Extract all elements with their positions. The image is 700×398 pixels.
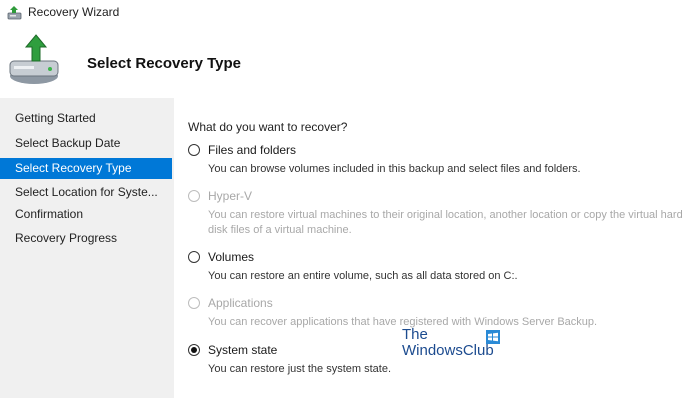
- option-label: Volumes: [208, 250, 255, 264]
- option-description: You can restore virtual machines to thei…: [208, 209, 683, 236]
- page-title: Select Recovery Type: [87, 55, 241, 72]
- step-select-recovery-type[interactable]: Select Recovery Type: [0, 158, 172, 179]
- option-label: Hyper-V: [208, 189, 253, 203]
- option-label: Files and folders: [208, 143, 297, 157]
- wizard-steps-sidebar: Getting Started Select Backup Date Selec…: [0, 98, 174, 398]
- title-bar: Recovery Wizard: [0, 0, 700, 26]
- windows-logo-icon: [486, 330, 500, 344]
- radio-hyper-v: [188, 190, 200, 202]
- radio-applications: [188, 297, 200, 309]
- recovery-wizard-icon: [7, 6, 22, 20]
- watermark-line2: WindowsClub: [402, 342, 494, 359]
- option-label: System state: [208, 343, 278, 357]
- backup-drive-icon: [9, 34, 59, 84]
- step-recovery-progress[interactable]: Recovery Progress: [0, 228, 172, 249]
- step-getting-started[interactable]: Getting Started: [0, 108, 172, 129]
- radio-volumes[interactable]: [188, 251, 200, 263]
- option-description: You can restore an entire volume, such a…: [208, 270, 518, 282]
- option-description: You can browse volumes included in this …: [208, 163, 581, 175]
- step-confirmation[interactable]: Confirmation: [0, 204, 172, 225]
- step-select-backup-date[interactable]: Select Backup Date: [0, 133, 172, 154]
- thewindowsclub-watermark: The WindowsClub: [402, 326, 512, 364]
- watermark-line1: The: [402, 326, 428, 343]
- window-title: Recovery Wizard: [28, 5, 120, 19]
- option-description: You can restore just the system state.: [208, 363, 392, 375]
- option-label: Applications: [208, 296, 273, 310]
- step-select-location[interactable]: Select Location for Syste...: [0, 182, 172, 203]
- radio-system-state[interactable]: [188, 344, 200, 356]
- recover-question: What do you want to recover?: [188, 120, 348, 134]
- wizard-header: Select Recovery Type: [0, 26, 700, 98]
- radio-files-folders[interactable]: [188, 144, 200, 156]
